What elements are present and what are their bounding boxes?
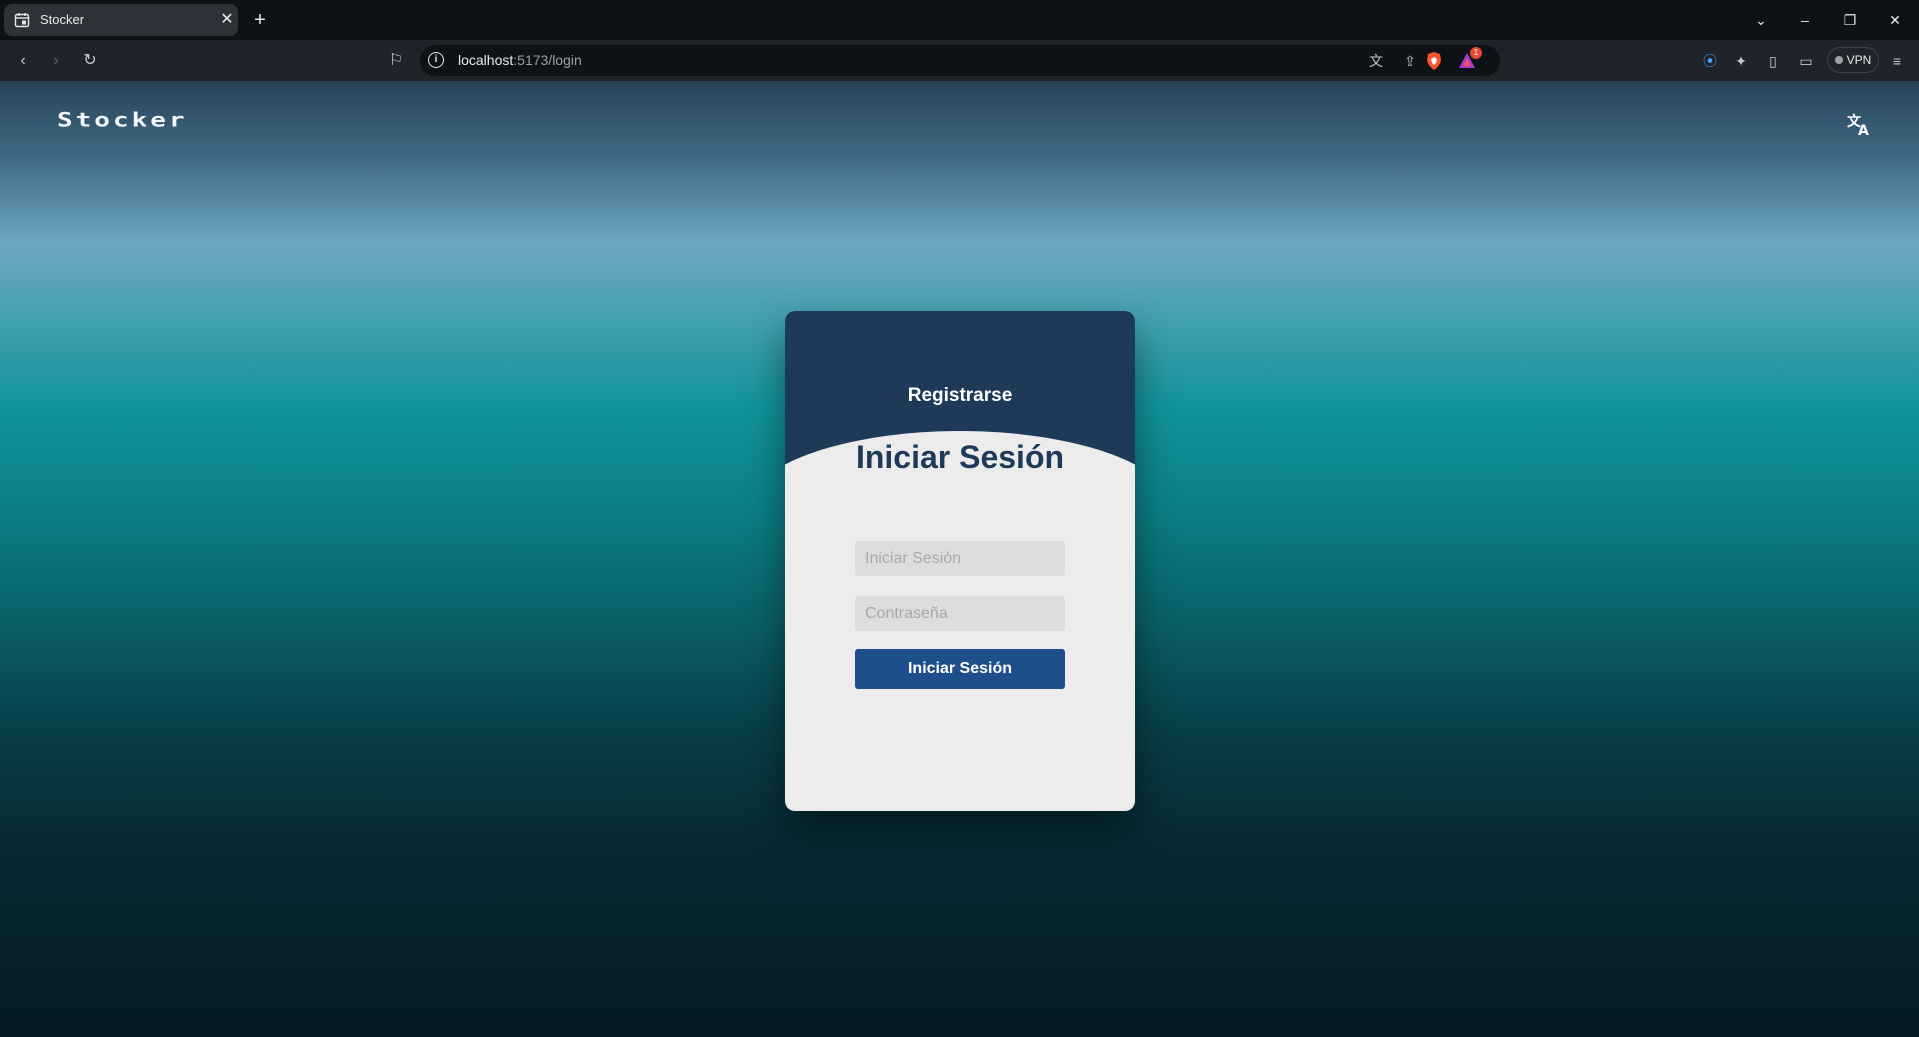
vpn-status-icon bbox=[1834, 56, 1843, 64]
sidebar-icon[interactable]: ▯ bbox=[1762, 50, 1784, 72]
wallet-icon[interactable]: ▭ bbox=[1795, 50, 1817, 72]
register-link[interactable]: Registrarse bbox=[785, 385, 1135, 407]
address-bar[interactable]: i localhost:5173/login 文 ⇪ 1 bbox=[420, 45, 1500, 76]
menu-icon[interactable]: ≡ bbox=[1886, 50, 1908, 72]
calendar-icon bbox=[14, 13, 30, 28]
extensions-icon[interactable]: ✦ bbox=[1730, 50, 1752, 72]
app-logo[interactable]: Stocker bbox=[57, 109, 188, 132]
login-card: Registrarse Iniciar Sesión Iniciar Sesió… bbox=[785, 311, 1135, 811]
svg-text:A: A bbox=[1858, 123, 1869, 137]
close-icon[interactable]: ✕ bbox=[217, 10, 237, 30]
back-icon[interactable]: ‹ bbox=[10, 48, 36, 74]
rewards-badge: 1 bbox=[1470, 47, 1482, 59]
password-input[interactable] bbox=[855, 596, 1065, 631]
forward-icon[interactable]: › bbox=[43, 48, 69, 74]
login-page: Stocker 文 A Registrarse Iniciar Sesión I… bbox=[0, 81, 1919, 1037]
minimize-icon[interactable]: – bbox=[1791, 8, 1819, 32]
bookmark-icon[interactable]: ⚐ bbox=[383, 48, 409, 74]
translate-page-icon[interactable]: 文 bbox=[1366, 51, 1386, 71]
username-input[interactable] bbox=[855, 541, 1065, 576]
info-icon[interactable]: i bbox=[428, 52, 444, 68]
wifi-icon[interactable]: ⦿ bbox=[1699, 50, 1721, 72]
brave-shields-icon[interactable] bbox=[1425, 51, 1443, 71]
browser-toolbar: ‹ › ↻ ⚐ i localhost:5173/login 文 ⇪ 1 ⦿ ✦… bbox=[0, 40, 1919, 81]
chevron-down-icon[interactable]: ⌄ bbox=[1747, 8, 1775, 32]
translate-icon[interactable]: 文 A bbox=[1846, 111, 1872, 137]
restore-icon[interactable]: ❐ bbox=[1836, 8, 1864, 32]
new-tab-button[interactable]: + bbox=[248, 8, 272, 32]
share-icon[interactable]: ⇪ bbox=[1400, 51, 1420, 71]
tab-title: Stocker bbox=[40, 12, 85, 27]
window-close-icon[interactable]: ✕ bbox=[1881, 8, 1909, 32]
login-button[interactable]: Iniciar Sesión bbox=[855, 649, 1065, 689]
url-text[interactable]: localhost:5173/login bbox=[458, 52, 582, 68]
vpn-button[interactable]: VPN bbox=[1827, 47, 1879, 73]
browser-tab-stocker[interactable]: Stocker ✕ bbox=[4, 4, 238, 36]
reload-icon[interactable]: ↻ bbox=[77, 48, 103, 74]
browser-tabbar: Stocker ✕ + ⌄ – ❐ ✕ bbox=[0, 0, 1919, 40]
login-title: Iniciar Sesión bbox=[855, 439, 1065, 475]
